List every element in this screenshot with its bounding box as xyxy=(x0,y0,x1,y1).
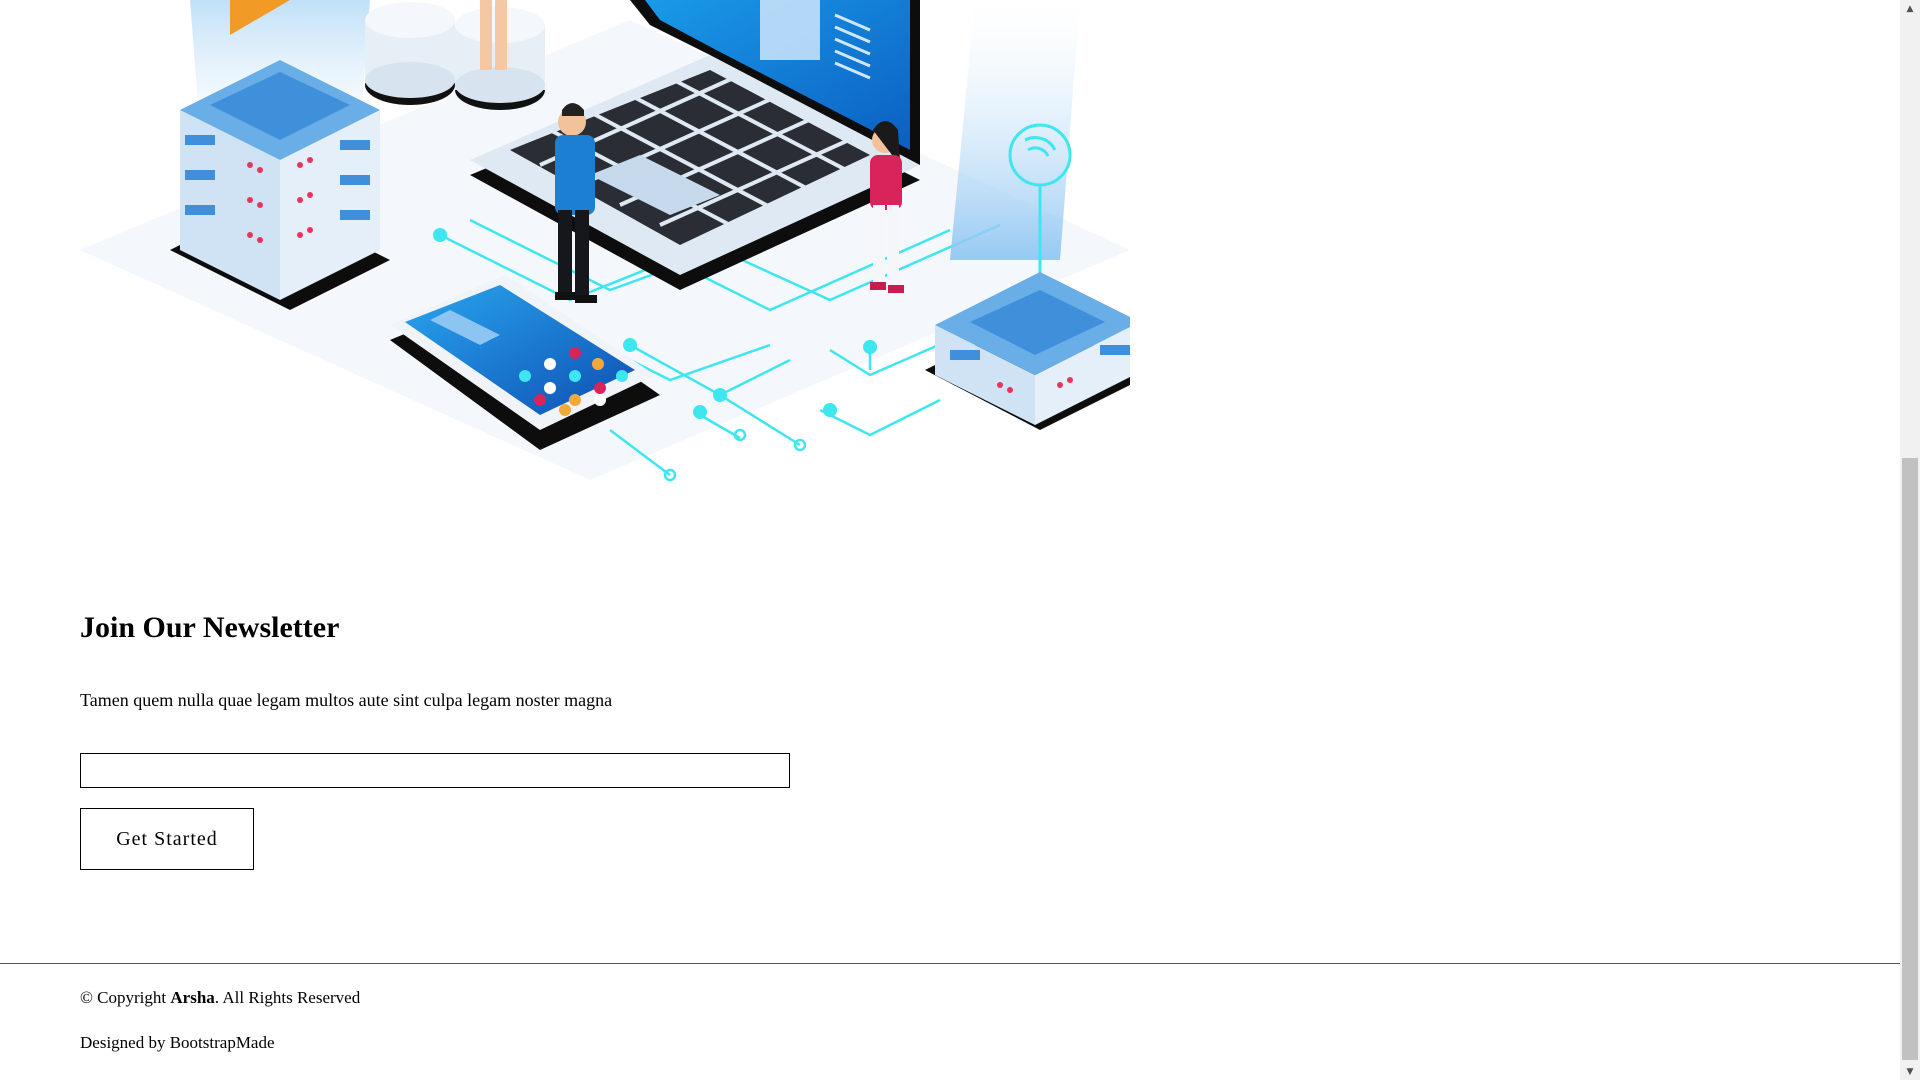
scroll-down-icon[interactable]: ▼ xyxy=(1900,1063,1920,1080)
scroll-up-icon[interactable]: ▲ xyxy=(1900,0,1920,17)
newsletter-heading: Join Our Newsletter xyxy=(80,611,340,644)
newsletter-form: Get Started xyxy=(80,753,980,870)
copyright-suffix: . All Rights Reserved xyxy=(214,988,361,1007)
page: Join Our Newsletter Tamen quem nulla qua… xyxy=(0,0,1920,1080)
get-started-button[interactable]: Get Started xyxy=(80,808,254,870)
brand-name: Arsha xyxy=(170,988,215,1007)
copyright-prefix: © Copyright xyxy=(80,988,171,1007)
newsletter-description: Tamen quem nulla quae legam multos aute … xyxy=(80,690,613,710)
woman-figure xyxy=(870,121,904,293)
credits: Designed by BootstrapMade xyxy=(80,1033,275,1052)
hero-illustration xyxy=(80,0,1130,482)
footer: © Copyright Arsha. All Rights Reserved D… xyxy=(0,963,1900,1080)
copyright: © Copyright Arsha. All Rights Reserved xyxy=(80,988,360,1008)
newsletter-section: Join Our Newsletter Tamen quem nulla qua… xyxy=(80,610,980,870)
scroll-thumb[interactable] xyxy=(1902,458,1918,1060)
main-content: Join Our Newsletter Tamen quem nulla qua… xyxy=(0,0,1900,1080)
email-input[interactable] xyxy=(80,753,790,788)
vertical-scrollbar[interactable]: ▲ ▼ xyxy=(1900,0,1920,1080)
